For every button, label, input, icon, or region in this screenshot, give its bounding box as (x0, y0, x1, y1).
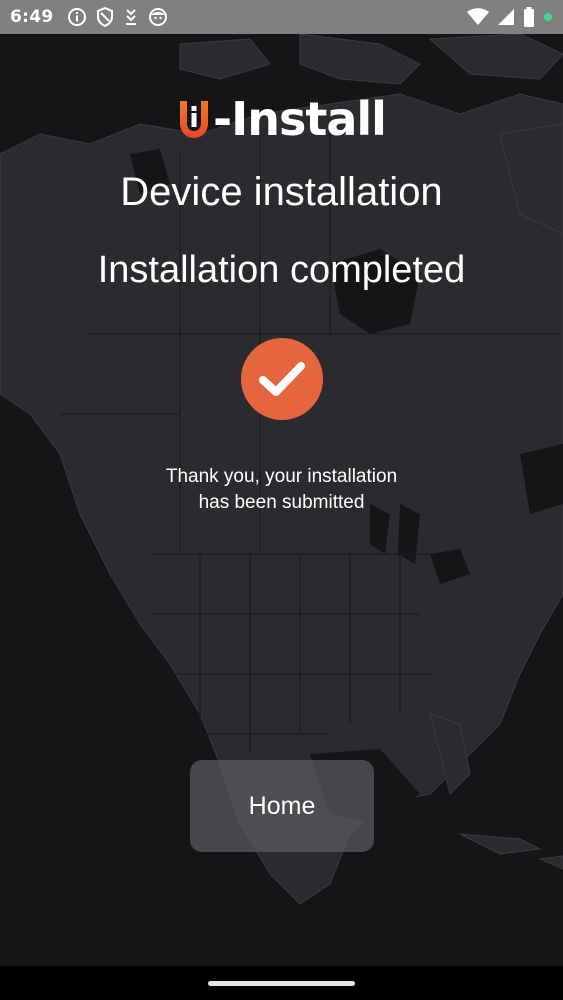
shield-icon (97, 7, 114, 27)
u-install-logo: -Install (0, 96, 563, 142)
screen: 6:49 -Install Device installation Instal… (0, 0, 563, 1000)
status-time: 6:49 (10, 7, 54, 27)
battery-icon (524, 7, 534, 27)
info-icon (68, 8, 87, 26)
status-bar: 6:49 (0, 0, 563, 34)
face-icon (149, 8, 168, 26)
signal-icon (498, 9, 514, 25)
wifi-icon (467, 8, 489, 25)
page-title: Device installation (120, 170, 443, 214)
success-badge (241, 338, 323, 420)
status-icons-right (467, 7, 553, 27)
status-heading: Installation completed (97, 249, 466, 291)
confirmation-message: Thank you, your installation has been su… (165, 466, 398, 513)
home-button[interactable]: Home (190, 760, 374, 852)
logo-wordmark: -Install (213, 92, 387, 146)
checkmark-icon (259, 362, 305, 396)
status-icons-left (67, 7, 168, 27)
download-icon (126, 9, 137, 25)
camera-dot-icon (544, 13, 552, 21)
gesture-handle[interactable] (208, 981, 355, 986)
logo-u-mark-icon (177, 97, 211, 141)
navigation-bar (0, 966, 563, 1000)
